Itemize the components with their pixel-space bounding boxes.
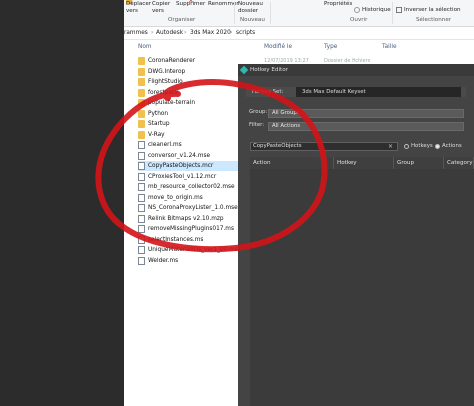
open-group-label: Ouvrir xyxy=(350,17,368,23)
list-item[interactable]: move_to_origin.ms xyxy=(138,193,238,203)
delete-button[interactable]: Supprimer xyxy=(176,1,205,8)
folder-icon xyxy=(138,88,145,97)
breadcrumb-separator-icon: › xyxy=(230,30,233,36)
file-icon xyxy=(138,204,145,212)
breadcrumb-segment[interactable]: rammes xyxy=(124,27,148,39)
column-header-modified[interactable]: Modifié le xyxy=(264,41,292,53)
column-header-type[interactable]: Type xyxy=(324,41,337,53)
filter-label: Filter: xyxy=(249,122,265,128)
breadcrumb-segment[interactable]: 3ds Max 2020 xyxy=(190,27,231,39)
file-icon xyxy=(138,235,145,244)
3ds-max-logo-icon xyxy=(239,65,249,75)
list-item[interactable]: NS_CoronaProxyLister_1.0.mse xyxy=(138,203,238,213)
file-icon xyxy=(138,162,145,170)
list-item[interactable]: selectInstances.ms xyxy=(138,235,238,245)
list-item[interactable]: Startup xyxy=(138,119,238,129)
list-item[interactable]: Python xyxy=(138,109,238,119)
address-bar[interactable]: rammes › Autodesk › 3ds Max 2020 › scrip… xyxy=(124,27,474,40)
table-header-hotkey[interactable]: Hotkey xyxy=(334,157,394,169)
clear-search-icon[interactable]: × xyxy=(388,143,393,150)
ribbon: Déplacer vers Copier vers ✕ Supprimer Re… xyxy=(124,0,474,27)
hotkeys-radio-label[interactable]: Hotkeys xyxy=(411,143,433,150)
filter-dropdown[interactable]: All Actions xyxy=(268,122,464,131)
list-item[interactable]: forestpack xyxy=(138,88,238,98)
hotkey-editor-window: Hotkey Editor Hotkey Set: 3ds Max Defaul… xyxy=(238,64,474,406)
history-icon xyxy=(354,7,360,13)
file-icon xyxy=(138,256,145,265)
new-group-label: Nouveau xyxy=(240,17,265,23)
folder-icon xyxy=(138,57,145,65)
breadcrumb-segment[interactable]: Autodesk xyxy=(156,27,183,39)
list-item[interactable]: DWG.Interop xyxy=(138,67,238,77)
list-item[interactable]: Relink Bitmaps v2.10.mzp xyxy=(138,214,238,224)
search-input-value: CopyPasteObjects xyxy=(253,143,302,149)
move-to-button[interactable]: Déplacer vers xyxy=(126,1,151,15)
table-header-action[interactable]: Action xyxy=(250,157,334,169)
folder-icon xyxy=(138,109,145,118)
list-item-selected[interactable]: CopyPasteObjects.mcr xyxy=(138,161,238,171)
hotkey-editor-titlebar[interactable]: Hotkey Editor xyxy=(238,64,474,76)
file-icon xyxy=(138,214,145,223)
list-item[interactable]: Welder.ms xyxy=(138,256,238,266)
folder-icon xyxy=(138,99,145,107)
search-input[interactable]: CopyPasteObjects xyxy=(250,142,398,151)
ribbon-divider xyxy=(234,2,235,24)
group-value: All Groups xyxy=(272,110,300,116)
table-header-category[interactable]: Category xyxy=(444,157,474,169)
group-dropdown[interactable]: All Groups xyxy=(268,109,464,118)
table-header-group[interactable]: Group xyxy=(394,157,444,169)
hotkeys-radio[interactable] xyxy=(404,144,409,149)
breadcrumb-separator-icon: › xyxy=(184,30,187,36)
breadcrumb-segment[interactable]: scripts xyxy=(236,27,255,39)
hotkey-set-bar: Hotkey Set: 3ds Max Default Keyset xyxy=(246,87,466,97)
file-icon xyxy=(138,183,145,191)
folder-icon xyxy=(138,78,145,86)
folder-icon xyxy=(138,120,145,128)
ribbon-divider xyxy=(392,2,393,24)
file-icon xyxy=(138,141,145,149)
column-header-name[interactable]: Nom xyxy=(138,41,152,53)
invert-selection-icon xyxy=(396,7,402,13)
file-icon xyxy=(138,172,145,181)
hotkey-set-label: Hotkey Set: xyxy=(252,89,284,95)
file-icon xyxy=(138,225,145,233)
dark-side-panel xyxy=(0,0,124,406)
file-icon xyxy=(138,193,145,202)
ribbon-divider xyxy=(270,2,271,24)
organize-group-label: Organiser xyxy=(168,17,196,23)
new-folder-button[interactable]: Nouveau dossier xyxy=(238,1,263,15)
folder-icon xyxy=(138,130,145,139)
hotkey-set-value: 3ds Max Default Keyset xyxy=(302,89,366,95)
invert-selection-button[interactable]: Inverser la sélection xyxy=(404,7,461,14)
history-button[interactable]: Historique xyxy=(362,7,391,14)
select-group-label: Sélectionner xyxy=(416,17,452,23)
list-item[interactable]: FlightStudio xyxy=(138,77,238,87)
hotkey-set-dropdown[interactable]: 3ds Max Default Keyset xyxy=(296,87,461,97)
list-item[interactable]: populate-terrain xyxy=(138,98,238,108)
actions-radio-label[interactable]: Actions xyxy=(442,143,462,150)
filter-value: All Actions xyxy=(272,123,301,129)
file-icon xyxy=(138,151,145,160)
list-item[interactable]: mb_resource_collector02.mse xyxy=(138,182,238,192)
column-headers: Nom Modifié le Type Taille xyxy=(124,41,474,53)
list-item[interactable]: UniqueMaterialIDs_ver1_00.ms xyxy=(138,245,238,255)
list-item[interactable]: cleanerl.ms xyxy=(138,140,238,150)
breadcrumb-separator-icon: › xyxy=(151,30,154,36)
list-item[interactable]: V-Ray xyxy=(138,130,238,140)
actions-radio[interactable] xyxy=(435,144,440,149)
list-item[interactable]: CProxiesTool_v1.12.mcr xyxy=(138,172,238,182)
list-item[interactable]: CoronaRenderer xyxy=(138,56,238,66)
list-item[interactable]: conversor_v1.24.mse xyxy=(138,151,238,161)
column-header-size[interactable]: Taille xyxy=(382,41,397,53)
window-title: Hotkey Editor xyxy=(250,67,288,73)
list-item[interactable]: removeMissingPlugins017.ms xyxy=(138,224,238,234)
file-icon xyxy=(138,246,145,254)
properties-button[interactable]: Propriétés xyxy=(324,1,352,8)
actions-table-body[interactable] xyxy=(250,169,474,406)
copy-to-button[interactable]: Copier vers xyxy=(152,1,170,15)
folder-icon xyxy=(138,67,145,76)
group-label: Group: xyxy=(249,109,268,115)
